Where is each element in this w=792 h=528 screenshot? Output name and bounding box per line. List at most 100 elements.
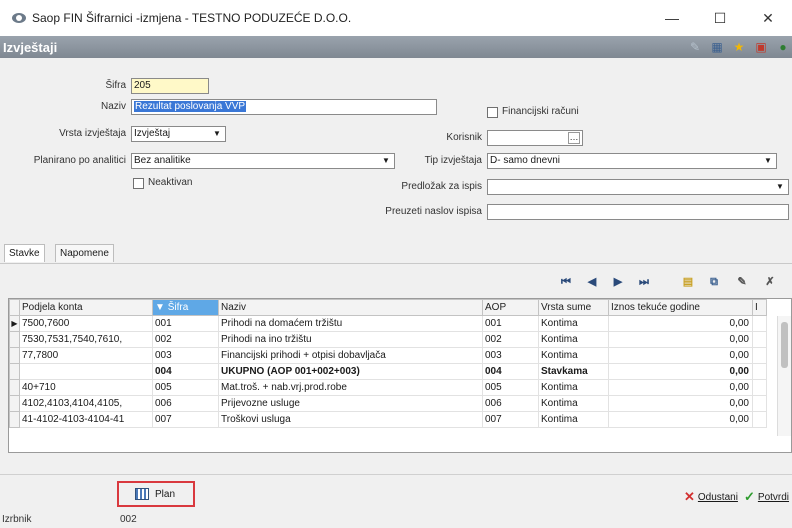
cell-naziv[interactable]: Mat.troš. + nab.vrj.prod.robe [218, 379, 483, 396]
cell-iznos[interactable]: 0,00 [608, 379, 753, 396]
cell-iznos[interactable]: 0,00 [608, 315, 753, 332]
col-i[interactable]: I [752, 299, 767, 316]
cell-sifra[interactable]: 004 [152, 363, 219, 380]
tip-izvjestaja-select[interactable]: D- samo dnevni ▼ [487, 153, 777, 169]
chevron-down-icon: ▼ [776, 182, 784, 191]
cell-sifra[interactable]: 007 [152, 411, 219, 428]
korisnik-input[interactable]: … [487, 130, 583, 146]
cell-vrsta[interactable]: Kontima [538, 331, 609, 348]
header-toolbar: ✎ ▦ ★ ▣ ● [688, 36, 792, 58]
close-button[interactable]: ✕ [744, 0, 792, 36]
vrsta-izvjestaja-select[interactable]: Izvještaj ▼ [131, 126, 226, 142]
korisnik-label: Korisnik [446, 132, 482, 143]
table-row[interactable]: 4102,4103,4104,4105, 006 Prijevozne uslu… [9, 395, 767, 412]
cell-iznos[interactable]: 0,00 [608, 331, 753, 348]
neaktivan-checkbox[interactable] [133, 178, 144, 189]
row-indicator [9, 347, 20, 364]
cell-aop[interactable]: 004 [482, 363, 539, 380]
naziv-input[interactable]: Rezultat poslovanja VVP [131, 99, 437, 115]
cell-naziv[interactable]: UKUPNO (AOP 001+002+003) [218, 363, 483, 380]
cell-sifra[interactable]: 002 [152, 331, 219, 348]
report-items-grid[interactable]: Podjela konta ▼ Šifra Naziv AOP Vrsta su… [8, 298, 792, 453]
window-titlebar: Saop FIN Šifrarnici -izmjena - TESTNO PO… [0, 0, 792, 36]
cell-naziv[interactable]: Financijski prihodi + otpisi dobavljača [218, 347, 483, 364]
cell-podjela[interactable]: 4102,4103,4104,4105, [19, 395, 153, 412]
predlozak-select[interactable]: ▼ [487, 179, 789, 195]
table-row[interactable]: 77,7800 003 Financijski prihodi + otpisi… [9, 347, 767, 364]
pdf-icon[interactable]: ▣ [754, 40, 768, 54]
cell-iznos[interactable]: 0,00 [608, 363, 753, 380]
star-icon[interactable]: ★ [732, 40, 746, 54]
tab-stavke[interactable]: Stavke [4, 244, 45, 262]
table-row[interactable]: 7530,7531,7540,7610, 002 Prihodi na ino … [9, 331, 767, 348]
next-record-icon[interactable]: ▶ [610, 274, 626, 290]
last-record-icon[interactable]: ⏭ [636, 274, 652, 290]
planirano-select[interactable]: Bez analitike ▼ [131, 153, 395, 169]
cell-podjela[interactable]: 7500,7600 [19, 315, 153, 332]
prev-record-icon[interactable]: ◀ [584, 274, 600, 290]
cell-sifra[interactable]: 006 [152, 395, 219, 412]
cell-vrsta[interactable]: Kontima [538, 347, 609, 364]
copy-record-icon[interactable]: ⧉ [706, 274, 722, 290]
col-vrsta-sume[interactable]: Vrsta sume [538, 299, 609, 316]
exit-icon[interactable]: ● [776, 40, 790, 54]
minimize-button[interactable]: — [648, 0, 696, 36]
cell-naziv[interactable]: Prihodi na ino tržištu [218, 331, 483, 348]
cell-aop[interactable]: 001 [482, 315, 539, 332]
cell-aop[interactable]: 003 [482, 347, 539, 364]
financijski-racuni-checkbox[interactable] [487, 107, 498, 118]
confirm-button[interactable]: ✓ Potvrdi [744, 489, 789, 505]
cell-iznos[interactable]: 0,00 [608, 395, 753, 412]
cell-vrsta[interactable]: Kontima [538, 379, 609, 396]
cancel-button[interactable]: ✕ Odustani [684, 489, 738, 505]
sifra-input[interactable]: 205 [131, 78, 209, 94]
cell-podjela[interactable]: 40+710 [19, 379, 153, 396]
cell-sifra[interactable]: 005 [152, 379, 219, 396]
cell-vrsta[interactable]: Kontima [538, 315, 609, 332]
window-title: Saop FIN Šifrarnici -izmjena - TESTNO PO… [32, 11, 352, 25]
cell-iznos[interactable]: 0,00 [608, 411, 753, 428]
col-aop[interactable]: AOP [482, 299, 539, 316]
table-row[interactable]: 41-4102-4103-4104-41 007 Troškovi usluga… [9, 411, 767, 428]
cell-podjela[interactable]: 41-4102-4103-4104-41 [19, 411, 153, 428]
col-naziv[interactable]: Naziv [218, 299, 483, 316]
table-row[interactable]: ▶ 7500,7600 001 Prihodi na domaćem tržiš… [9, 315, 767, 332]
delete-record-icon[interactable]: ✗ [762, 274, 778, 290]
cell-vrsta[interactable]: Kontima [538, 411, 609, 428]
col-iznos-tekuce-godine[interactable]: Iznos tekuće godine [608, 299, 753, 316]
preuzeti-naslov-input[interactable] [487, 204, 789, 220]
cell-aop[interactable]: 002 [482, 331, 539, 348]
cell-sifra[interactable]: 001 [152, 315, 219, 332]
cell-vrsta[interactable]: Kontima [538, 395, 609, 412]
maximize-button[interactable]: ☐ [696, 0, 744, 36]
cell-podjela[interactable]: 7530,7531,7540,7610, [19, 331, 153, 348]
col-podjela-konta[interactable]: Podjela konta [19, 299, 153, 316]
col-sifra[interactable]: ▼ Šifra [152, 299, 219, 316]
app-eye-icon [12, 13, 26, 23]
edit-icon[interactable]: ✎ [688, 40, 702, 54]
cell-iznos[interactable]: 0,00 [608, 347, 753, 364]
new-record-icon[interactable]: ▤ [680, 274, 696, 290]
tab-napomene[interactable]: Napomene [55, 244, 114, 262]
cell-aop[interactable]: 005 [482, 379, 539, 396]
cell-naziv[interactable]: Prihodi na domaćem tržištu [218, 315, 483, 332]
cell-podjela[interactable]: 77,7800 [19, 347, 153, 364]
cell-aop[interactable]: 006 [482, 395, 539, 412]
edit-record-icon[interactable]: ✎ [734, 274, 750, 290]
row-indicator [9, 379, 20, 396]
cell-vrsta[interactable]: Stavkama [538, 363, 609, 380]
plan-button[interactable]: Plan [117, 481, 195, 507]
table-row[interactable]: 40+710 005 Mat.troš. + nab.vrj.prod.robe… [9, 379, 767, 396]
cell-naziv[interactable]: Troškovi usluga [218, 411, 483, 428]
current-row-pointer-icon: ▶ [9, 315, 20, 332]
scrollbar-thumb[interactable] [781, 322, 788, 368]
table-settings-icon[interactable]: ▦ [710, 40, 724, 54]
korisnik-browse-button[interactable]: … [568, 132, 580, 144]
cell-sifra[interactable]: 003 [152, 347, 219, 364]
cell-podjela[interactable] [19, 363, 153, 380]
vertical-scrollbar[interactable] [777, 316, 791, 436]
first-record-icon[interactable]: ⏮ [558, 274, 574, 290]
cell-aop[interactable]: 007 [482, 411, 539, 428]
table-row-total[interactable]: 004 UKUPNO (AOP 001+002+003) 004 Stavkam… [9, 363, 767, 380]
cell-naziv[interactable]: Prijevozne usluge [218, 395, 483, 412]
